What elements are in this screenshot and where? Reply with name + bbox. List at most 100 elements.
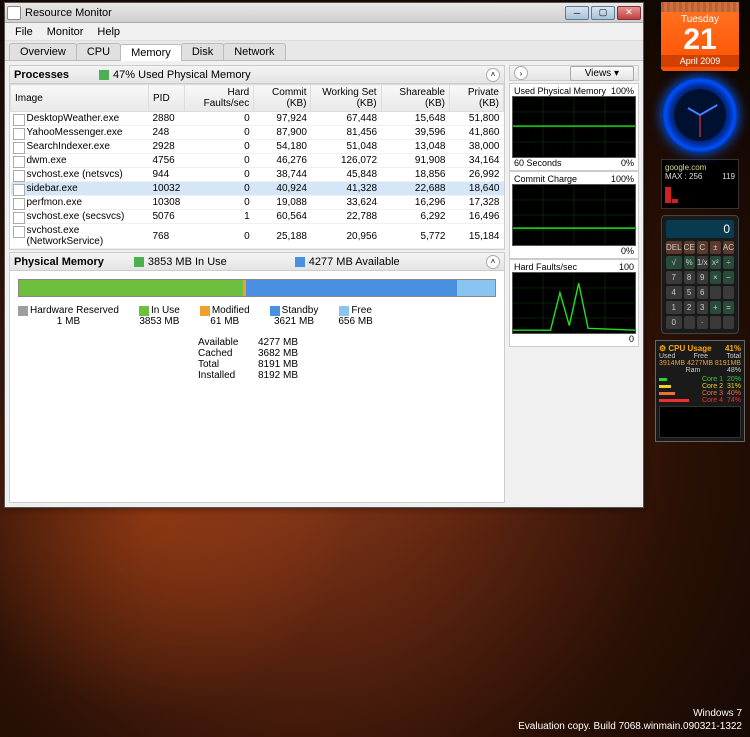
table-row[interactable]: svchost.exe (secsvcs)5076160,56422,7886,… — [11, 210, 504, 224]
calculator-display: 0 — [666, 220, 734, 238]
tab-cpu[interactable]: CPU — [76, 43, 121, 60]
maximize-button[interactable]: ▢ — [591, 6, 615, 20]
in-use-label: 3853 MB In Use — [148, 256, 227, 268]
processes-panel: Processes 47% Used Physical Memory ˄ Ima… — [9, 65, 505, 250]
window-title: Resource Monitor — [25, 7, 565, 19]
calc-key[interactable]: + — [710, 301, 721, 314]
memory-title: Physical Memory — [14, 256, 104, 268]
calc-key[interactable]: 6 — [697, 286, 708, 299]
column-header[interactable]: Hard Faults/sec — [184, 85, 253, 112]
calendar-month: April 2009 — [661, 55, 739, 67]
windows-watermark: Windows 7 Evaluation copy. Build 7068.wi… — [518, 707, 742, 733]
calc-key[interactable]: C — [697, 241, 708, 254]
calc-key[interactable]: 8 — [684, 271, 695, 284]
table-row[interactable]: svchost.exe (netsvcs)944038,74445,84818,… — [11, 168, 504, 182]
table-row[interactable]: sidebar.exe10032040,92441,32822,68818,64… — [11, 182, 504, 196]
tab-overview[interactable]: Overview — [9, 43, 77, 60]
table-row[interactable]: dwm.exe4756046,276126,07291,90834,164 — [11, 154, 504, 168]
calc-key[interactable]: ± — [710, 241, 721, 254]
available-indicator-icon — [295, 257, 305, 267]
menu-monitor[interactable]: Monitor — [41, 25, 90, 39]
physical-memory-panel: Physical Memory 3853 MB In Use 4277 MB A… — [9, 252, 505, 503]
table-row[interactable]: DesktopWeather.exe2880097,92467,44815,64… — [11, 112, 504, 126]
graph-2: Hard Faults/sec1000 — [509, 259, 639, 347]
collapse-memory-button[interactable]: ˄ — [486, 255, 500, 269]
table-row[interactable]: svchost.exe (NetworkService)768025,18820… — [11, 224, 504, 249]
calc-key[interactable]: DEL — [666, 241, 682, 254]
column-header[interactable]: PID — [149, 85, 185, 112]
graph-0: Used Physical Memory100%60 Seconds0% — [509, 83, 639, 171]
views-button[interactable]: Views ▾ — [570, 66, 634, 81]
column-header[interactable]: Shareable (KB) — [381, 85, 449, 112]
calendar-gadget[interactable]: Tuesday 21 April 2009 — [661, 2, 739, 71]
table-row[interactable]: YahooMessenger.exe248087,90081,45639,596… — [11, 126, 504, 140]
memory-stats: Available4277 MBCached3682 MBTotal8191 M… — [198, 337, 496, 381]
clock-gadget[interactable] — [662, 77, 738, 153]
calc-key[interactable]: 3 — [697, 301, 708, 314]
calc-key[interactable]: · — [697, 316, 708, 329]
network-bar — [665, 185, 735, 203]
resource-monitor-window: Resource Monitor ─ ▢ ✕ File Monitor Help… — [4, 2, 644, 508]
processes-table[interactable]: ImagePIDHard Faults/secCommit (KB)Workin… — [10, 84, 504, 249]
calc-key[interactable]: % — [684, 256, 695, 269]
memory-legend: Hardware Reserved1 MBIn Use3853 MBModifi… — [18, 305, 496, 327]
graphs-column: › Views ▾ Used Physical Memory100%60 Sec… — [509, 65, 639, 503]
graph-1: Commit Charge100%0% — [509, 171, 639, 259]
calc-key[interactable]: 7 — [666, 271, 682, 284]
calc-key[interactable]: √ — [666, 256, 682, 269]
calc-key[interactable]: x² — [710, 256, 721, 269]
menu-help[interactable]: Help — [91, 25, 126, 39]
cpu-usage-gadget[interactable]: ⚙ CPU Usage41% UsedFreeTotal 3914MB4277M… — [655, 340, 745, 442]
tab-network[interactable]: Network — [223, 43, 285, 60]
close-button[interactable]: ✕ — [617, 6, 641, 20]
calc-key[interactable]: 0 — [666, 316, 682, 329]
calc-key[interactable] — [710, 316, 721, 329]
calc-key[interactable] — [684, 316, 695, 329]
calculator-gadget[interactable]: 0 DELCEC±AC √%1/xx²÷ 789×− 456 123+= 0 · — [661, 215, 739, 334]
available-label: 4277 MB Available — [309, 256, 400, 268]
column-header[interactable]: Working Set (KB) — [311, 85, 381, 112]
calc-key[interactable] — [723, 286, 734, 299]
desktop-sidebar: Tuesday 21 April 2009 google.com MAX : 2… — [650, 0, 750, 737]
calc-key[interactable]: × — [710, 271, 721, 284]
calc-key[interactable]: 9 — [697, 271, 708, 284]
calc-key[interactable]: 1 — [666, 301, 682, 314]
column-header[interactable]: Image — [11, 85, 149, 112]
menubar: File Monitor Help — [5, 23, 643, 41]
memory-usage-bar — [18, 279, 496, 297]
calc-key[interactable]: − — [723, 271, 734, 284]
in-use-indicator-icon — [134, 257, 144, 267]
clock-minute-hand — [700, 104, 718, 116]
memory-indicator-icon — [99, 70, 109, 80]
tabbar: OverviewCPUMemoryDiskNetwork — [5, 41, 643, 61]
minimize-button[interactable]: ─ — [565, 6, 589, 20]
calc-key[interactable]: ÷ — [723, 256, 734, 269]
table-row[interactable]: SearchIndexer.exe2928054,18051,04813,048… — [11, 140, 504, 154]
calc-key[interactable]: CE — [684, 241, 695, 254]
network-gadget[interactable]: google.com MAX : 256119 — [661, 159, 739, 209]
clock-second-hand — [700, 115, 701, 137]
calc-key[interactable] — [710, 286, 721, 299]
processes-summary: 47% Used Physical Memory — [113, 69, 251, 81]
network-host: google.com — [665, 163, 735, 172]
calc-key[interactable]: 5 — [684, 286, 695, 299]
column-header[interactable]: Private (KB) — [450, 85, 504, 112]
menu-file[interactable]: File — [9, 25, 39, 39]
collapse-processes-button[interactable]: ˄ — [486, 68, 500, 82]
calc-key[interactable] — [723, 316, 734, 329]
table-row[interactable]: perfmon.exe10308019,08833,62416,29617,32… — [11, 196, 504, 210]
collapse-graphs-button[interactable]: › — [514, 66, 528, 80]
titlebar[interactable]: Resource Monitor ─ ▢ ✕ — [5, 3, 643, 23]
calendar-day: 21 — [661, 25, 739, 55]
calc-key[interactable]: 2 — [684, 301, 695, 314]
tab-memory[interactable]: Memory — [120, 44, 182, 61]
calc-key[interactable]: = — [723, 301, 734, 314]
tab-disk[interactable]: Disk — [181, 43, 224, 60]
calc-key[interactable]: AC — [723, 241, 734, 254]
calc-key[interactable]: 1/x — [697, 256, 708, 269]
cpu-mini-graph — [659, 406, 741, 438]
app-icon — [7, 6, 21, 20]
processes-title: Processes — [14, 69, 69, 81]
column-header[interactable]: Commit (KB) — [254, 85, 311, 112]
calc-key[interactable]: 4 — [666, 286, 682, 299]
